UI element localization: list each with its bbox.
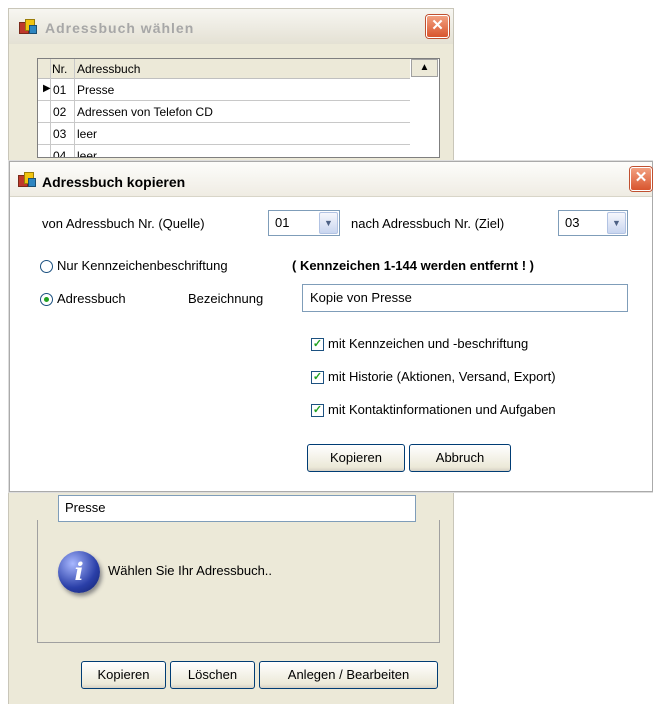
column-header-nr: Nr. [52, 62, 68, 76]
chevron-down-icon[interactable]: ▼ [607, 212, 626, 234]
checkbox-contacts[interactable]: ✓ [311, 404, 324, 417]
row-name: Presse [77, 83, 115, 97]
delete-button[interactable]: Löschen [170, 661, 255, 689]
copy-addressbook-dialog: Adressbuch kopieren ✕ von Adressbuch Nr.… [9, 161, 653, 492]
selected-addressbook-name[interactable]: Presse [58, 495, 416, 522]
radio-addressbook-label: Adressbuch [57, 291, 126, 306]
table-row[interactable]: 04 leer [38, 145, 410, 158]
row-name: leer [77, 127, 98, 141]
addressbook-app-icon [19, 19, 37, 34]
copy-button[interactable]: Kopieren [81, 661, 166, 689]
row-name: Adressen von Telefon CD [77, 105, 213, 119]
source-label: von Adressbuch Nr. (Quelle) [42, 216, 205, 231]
title-bar[interactable]: Adressbuch wählen ✕ [9, 9, 453, 44]
close-icon[interactable]: ✕ [426, 15, 449, 38]
scroll-up-icon[interactable]: ▲ [411, 59, 438, 77]
create-edit-button[interactable]: Anlegen / Bearbeiten [259, 661, 438, 689]
window-title: Adressbuch wählen [45, 20, 195, 36]
labels-only-note: ( Kennzeichen 1-144 werden entfernt ! ) [292, 258, 534, 273]
table-row[interactable]: 02 Adressen von Telefon CD [38, 101, 410, 123]
checkbox-history-label: mit Historie (Aktionen, Versand, Export) [328, 369, 556, 384]
checkbox-tags[interactable]: ✓ [311, 338, 324, 351]
addressbook-table[interactable]: Nr. Adressbuch ▲ ▶ 01 Presse 02 Adressen… [37, 58, 440, 158]
title-bar[interactable]: Adressbuch kopieren ✕ [10, 162, 652, 197]
table-row[interactable]: 03 leer [38, 123, 410, 145]
column-header-addressbook: Adressbuch [77, 62, 141, 76]
target-label: nach Adressbuch Nr. (Ziel) [351, 216, 505, 231]
radio-addressbook[interactable] [40, 293, 53, 306]
table-header: Nr. Adressbuch [38, 59, 410, 79]
addressbook-app-icon [18, 172, 36, 187]
row-number: 04 [53, 149, 67, 158]
chevron-down-icon[interactable]: ▼ [319, 212, 338, 234]
info-icon: i [58, 551, 100, 593]
row-name: leer [77, 149, 98, 158]
info-message: Wählen Sie Ihr Adressbuch.. [108, 563, 273, 578]
checkbox-history[interactable]: ✓ [311, 371, 324, 384]
radio-labels-only[interactable] [40, 260, 53, 273]
source-select[interactable]: 01 ▼ [268, 210, 340, 236]
row-number: 03 [53, 127, 67, 141]
close-icon[interactable]: ✕ [630, 167, 652, 191]
name-input[interactable]: Kopie von Presse [302, 284, 628, 312]
source-value: 01 [275, 215, 290, 230]
row-selector-icon: ▶ [43, 83, 51, 94]
checkbox-tags-label: mit Kennzeichen und -beschriftung [328, 336, 529, 351]
target-select[interactable]: 03 ▼ [558, 210, 628, 236]
name-label: Bezeichnung [188, 291, 264, 306]
radio-labels-only-label: Nur Kennzeichenbeschriftung [57, 258, 228, 273]
dialog-title: Adressbuch kopieren [42, 174, 186, 190]
copy-confirm-button[interactable]: Kopieren [307, 444, 405, 472]
row-number: 01 [53, 83, 67, 97]
checkbox-contacts-label: mit Kontaktinformationen und Aufgaben [328, 402, 556, 417]
cancel-button[interactable]: Abbruch [409, 444, 511, 472]
table-row[interactable]: ▶ 01 Presse [38, 79, 410, 101]
row-number: 02 [53, 105, 67, 119]
target-value: 03 [565, 215, 580, 230]
